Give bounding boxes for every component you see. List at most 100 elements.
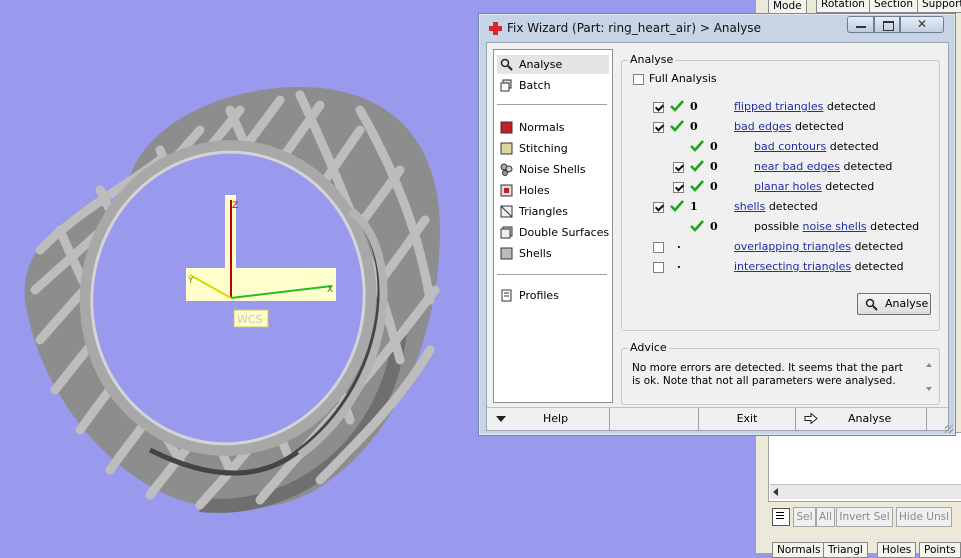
scroll-left-icon[interactable]: [773, 488, 778, 496]
noise-shells-row: possible noise shells detected: [754, 220, 919, 233]
shells-icon: [500, 247, 513, 260]
divider: [497, 274, 607, 275]
detected-text: detected: [826, 100, 876, 113]
tab-triangles[interactable]: Triangl: [823, 542, 868, 558]
tab-mode[interactable]: Mode: [768, 0, 807, 14]
sel-button[interactable]: Sel: [793, 507, 816, 527]
hide-unsel-button[interactable]: Hide Unsl: [896, 507, 952, 527]
intersecting-triangles-checkbox[interactable]: [653, 262, 664, 273]
detected-text: detected: [794, 120, 844, 133]
nav-label: Shells: [519, 247, 552, 260]
close-button[interactable]: ✕: [900, 16, 944, 33]
nav-label: Stitching: [519, 142, 568, 155]
analyse-group-title: Analyse: [628, 53, 676, 66]
nav-item-holes[interactable]: Holes: [497, 181, 609, 200]
tab-holes[interactable]: Holes: [877, 542, 917, 558]
bad-contours-row: bad contours detected: [754, 140, 879, 153]
nav-item-stitching[interactable]: Stitching: [497, 139, 609, 158]
batch-icon: [500, 79, 512, 92]
noise-shells-count: 0: [710, 220, 718, 233]
near-bad-edges-row: near bad edges detected: [754, 160, 892, 173]
exit-button[interactable]: Exit: [698, 408, 796, 430]
advice-text: No more errors are detected. It seems th…: [632, 362, 903, 387]
flipped-triangles-link[interactable]: flipped triangles: [734, 100, 823, 113]
analyse-button[interactable]: Analyse: [857, 293, 931, 315]
invert-sel-button[interactable]: Invert Sel: [836, 507, 893, 527]
axis-y-label: Y: [187, 276, 194, 286]
dialog-body: Analyse Batch Normals Stitching Noise Sh…: [486, 42, 949, 431]
planar-holes-count: 0: [710, 180, 718, 193]
near-bad-edges-link[interactable]: near bad edges: [754, 160, 840, 173]
shells-count: 1: [690, 200, 698, 213]
nav-label: Double Surfaces: [519, 226, 610, 239]
detected-text: detected: [854, 240, 904, 253]
overlapping-triangles-checkbox[interactable]: [653, 242, 664, 253]
flipped-triangles-checkbox[interactable]: [653, 102, 664, 113]
double-surfaces-icon: [500, 226, 513, 239]
full-analysis-checkbox[interactable]: [633, 74, 644, 85]
planar-holes-link[interactable]: planar holes: [754, 180, 822, 193]
help-button[interactable]: Help: [487, 408, 610, 430]
flipped-triangles-row: flipped triangles detected: [734, 100, 876, 113]
noise-shells-link[interactable]: noise shells: [803, 220, 867, 233]
nav-item-batch[interactable]: Batch: [497, 76, 609, 95]
near-bad-edges-count: 0: [710, 160, 718, 173]
detected-text: detected: [768, 200, 818, 213]
all-button[interactable]: All: [816, 507, 835, 527]
axis-z-label: Z: [232, 201, 238, 211]
divider: [497, 104, 607, 105]
resize-grip-icon[interactable]: [945, 425, 953, 433]
scroll-down-icon[interactable]: [926, 387, 932, 391]
bad-contours-link[interactable]: bad contours: [754, 140, 826, 153]
nav-item-triangles[interactable]: Triangles: [497, 202, 609, 221]
shells-link[interactable]: shells: [734, 200, 765, 213]
nav-item-profiles[interactable]: Profiles: [497, 286, 609, 305]
close-icon: ✕: [917, 17, 928, 31]
bad-edges-link[interactable]: bad edges: [734, 120, 791, 133]
planar-holes-checkbox[interactable]: [673, 182, 684, 193]
detected-text: detected: [854, 260, 904, 273]
analyse-group: Analyse Full Analysis 0 flipped triangle…: [621, 53, 940, 331]
check-icon: [670, 200, 684, 212]
analyse-next-button[interactable]: Analyse: [794, 408, 927, 430]
tab-rotation[interactable]: Rotation: [816, 0, 870, 13]
horizontal-scrollbar[interactable]: [770, 484, 961, 499]
bad-contours-count: 0: [710, 140, 718, 153]
tab-section[interactable]: Section: [869, 0, 919, 13]
maximize-button[interactable]: [874, 16, 900, 33]
intersecting-triangles-link[interactable]: intersecting triangles: [734, 260, 851, 273]
intersecting-triangles-count: .: [677, 258, 681, 271]
fix-wizard-icon: [489, 22, 502, 35]
stitching-icon: [500, 142, 513, 155]
nav-item-noise-shells[interactable]: Noise Shells: [497, 160, 609, 179]
advice-scrollbar[interactable]: [923, 359, 935, 399]
advice-group: Advice No more errors are detected. It s…: [621, 341, 940, 405]
check-icon: [690, 140, 704, 152]
dialog-title: Fix Wizard (Part: ring_heart_air) > Anal…: [507, 21, 761, 35]
title-bar[interactable]: Fix Wizard (Part: ring_heart_air) > Anal…: [479, 14, 955, 42]
select-tool-icon[interactable]: [772, 508, 790, 526]
bad-edges-checkbox[interactable]: [653, 122, 664, 133]
maximize-icon: [883, 21, 894, 31]
minimize-button[interactable]: [847, 16, 874, 33]
nav-label: Profiles: [519, 289, 559, 302]
near-bad-edges-checkbox[interactable]: [673, 162, 684, 173]
scroll-up-icon[interactable]: [926, 363, 932, 367]
nav-label: Analyse: [519, 58, 563, 71]
tab-normals[interactable]: Normals: [772, 542, 826, 558]
fix-wizard-dialog: Fix Wizard (Part: ring_heart_air) > Anal…: [478, 13, 956, 436]
magnifier-icon: [865, 298, 878, 311]
nav-item-double-surfaces[interactable]: Double Surfaces: [497, 223, 609, 242]
analyse-button-label: Analyse: [885, 297, 929, 310]
overlapping-triangles-link[interactable]: overlapping triangles: [734, 240, 851, 253]
nav-item-shells[interactable]: Shells: [497, 244, 609, 263]
tab-points[interactable]: Points: [919, 542, 961, 558]
analyse-next-label: Analyse: [848, 412, 892, 425]
nav-item-normals[interactable]: Normals: [497, 118, 609, 137]
magnifier-icon: [500, 58, 513, 71]
nav-item-analyse[interactable]: Analyse: [497, 55, 609, 74]
holes-icon: [500, 184, 513, 197]
tab-support[interactable]: Support: [917, 0, 961, 13]
shells-checkbox[interactable]: [653, 202, 664, 213]
overlapping-triangles-row: overlapping triangles detected: [734, 240, 903, 253]
